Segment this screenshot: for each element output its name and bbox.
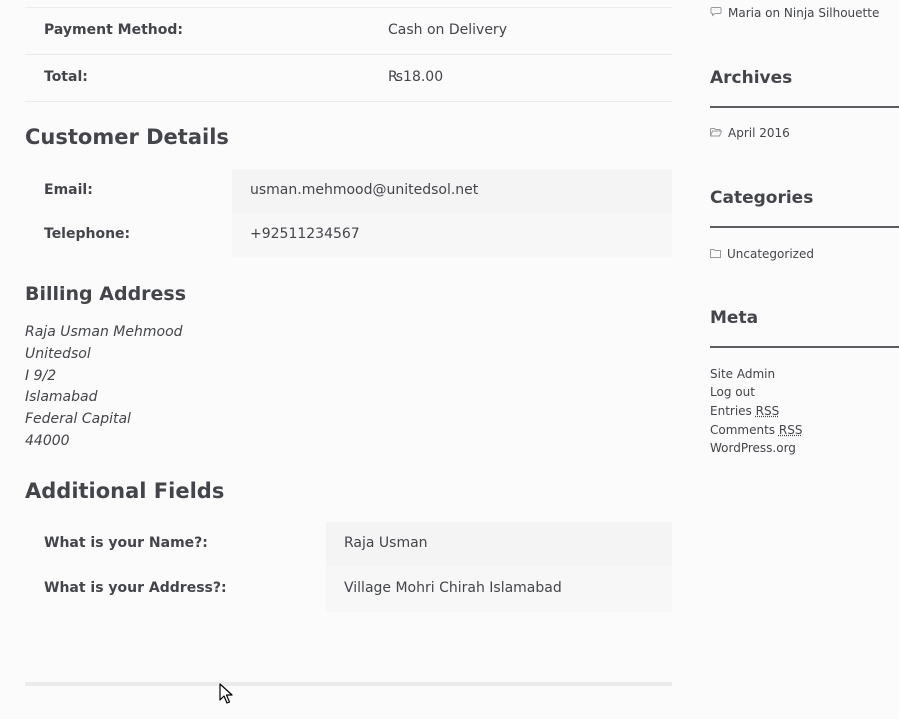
payment-method-label: Payment Method: <box>44 22 183 38</box>
wordpress-org-link[interactable]: WordPress.org <box>710 441 796 455</box>
content-divider <box>25 682 672 686</box>
address-row: What is your Address?: Village Mohri Chi… <box>25 566 672 612</box>
email-cell: usman.mehmood@unitedsol.net <box>232 169 672 213</box>
entries-rss-link[interactable]: Entries RSS <box>710 404 779 418</box>
address-label: What is your Address?: <box>44 580 227 596</box>
email-value: usman.mehmood@unitedsol.net <box>250 182 479 198</box>
archive-link[interactable]: April 2016 <box>728 126 790 140</box>
name-cell: Raja Usman <box>326 522 672 566</box>
email-row: Email: usman.mehmood@unitedsol.net <box>25 169 672 213</box>
payment-method-value: Cash on Delivery <box>388 22 507 38</box>
address-cell: Village Mohri Chirah Islamabad <box>326 566 672 612</box>
entries-label: Entries <box>710 404 752 418</box>
billing-line: Unitedsol <box>25 345 91 362</box>
customer-details-table: Email: usman.mehmood@unitedsol.net Telep… <box>25 169 672 257</box>
billing-address: Raja Usman Mehmood Unitedsol I 9/2 Islam… <box>25 322 183 453</box>
total-label: Total: <box>44 69 88 85</box>
recent-comment-item[interactable]: Maria on Ninja Silhouette <box>710 6 879 20</box>
billing-line: Islamabad <box>25 389 98 406</box>
total-row: Total: ₨18.00 <box>25 55 672 102</box>
billing-address-heading: Billing Address <box>25 283 187 305</box>
order-details: Payment Method: Cash on Delivery Total: … <box>25 0 672 102</box>
name-value: Raja Usman <box>344 535 428 551</box>
rss-abbr: RSS <box>755 404 780 418</box>
name-label: What is your Name?: <box>44 535 208 551</box>
comments-rss-link[interactable]: Comments RSS <box>710 423 802 437</box>
folder-open-icon <box>710 126 723 140</box>
telephone-value: +92511234567 <box>250 226 360 242</box>
rss-abbr: RSS <box>778 423 803 437</box>
categories-rule <box>710 226 899 228</box>
recent-comment-link[interactable]: Maria on Ninja Silhouette <box>728 6 879 20</box>
comments-label: Comments <box>710 423 776 437</box>
categories-title: Categories <box>710 188 814 208</box>
archive-item[interactable]: April 2016 <box>710 126 790 140</box>
telephone-cell: +92511234567 <box>232 213 672 257</box>
address-value: Village Mohri Chirah Islamabad <box>344 580 562 596</box>
site-admin-link[interactable]: Site Admin <box>710 367 775 381</box>
mouse-cursor-icon <box>219 683 233 704</box>
additional-fields-table: What is your Name?: Raja Usman What is y… <box>25 522 672 612</box>
category-link[interactable]: Uncategorized <box>727 247 814 261</box>
billing-line: 44000 <box>25 432 70 449</box>
additional-fields-heading: Additional Fields <box>25 479 225 503</box>
log-out-link[interactable]: Log out <box>710 385 755 399</box>
name-row: What is your Name?: Raja Usman <box>25 522 672 566</box>
archives-title: Archives <box>710 68 793 88</box>
telephone-row: Telephone: +92511234567 <box>25 213 672 257</box>
comment-icon <box>710 6 722 20</box>
category-item[interactable]: Uncategorized <box>710 247 814 261</box>
billing-line: Raja Usman Mehmood <box>25 324 183 340</box>
billing-line: Federal Capital <box>25 411 131 428</box>
email-label: Email: <box>44 182 93 198</box>
meta-rule <box>710 346 899 348</box>
archives-rule <box>710 106 899 108</box>
customer-details-heading: Customer Details <box>25 125 229 149</box>
folder-icon <box>710 247 721 261</box>
payment-method-row: Payment Method: Cash on Delivery <box>25 7 672 55</box>
billing-line: I 9/2 <box>25 367 57 384</box>
meta-title: Meta <box>710 308 759 328</box>
total-value: ₨18.00 <box>388 69 444 85</box>
telephone-label: Telephone: <box>44 226 131 242</box>
